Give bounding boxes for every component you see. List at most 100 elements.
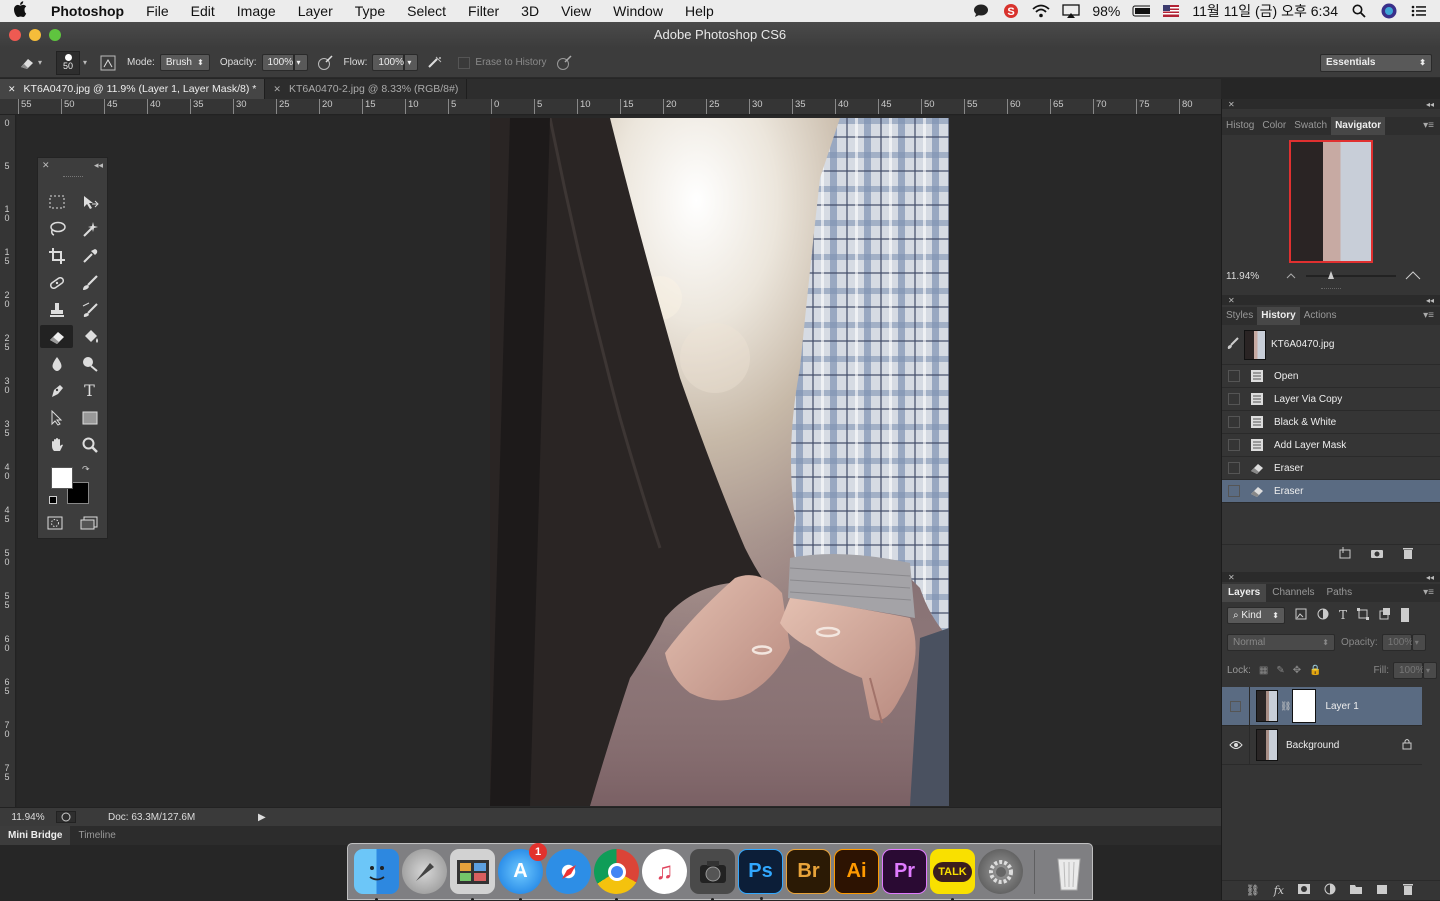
zoom-level[interactable]: 11.94% [0, 812, 56, 823]
lasso-tool-icon[interactable] [40, 217, 73, 240]
new-group-icon[interactable] [1350, 884, 1362, 897]
layer-style-icon[interactable]: fx [1274, 884, 1284, 897]
airplay-icon[interactable] [1062, 3, 1081, 19]
notification-center-icon[interactable] [1410, 3, 1428, 19]
airbrush-icon[interactable] [426, 54, 444, 72]
panel-grip[interactable] [1222, 285, 1440, 293]
navigator-zoom-slider[interactable] [1306, 271, 1396, 279]
link-layers-icon[interactable]: ⛓ [1246, 884, 1260, 897]
wifi-icon[interactable] [1032, 3, 1050, 19]
menu-edit[interactable]: Edit [180, 0, 226, 22]
filter-smart-object-icon[interactable] [1379, 607, 1391, 623]
image-capture-icon[interactable] [690, 849, 735, 901]
menu-layer[interactable]: Layer [287, 0, 344, 22]
menu-file[interactable]: File [135, 0, 180, 22]
navigator-zoom[interactable]: 11.94% [1226, 271, 1284, 282]
eraser-preset-icon[interactable] [18, 54, 36, 72]
tab-navigator[interactable]: Navigator [1331, 117, 1386, 135]
layer-row[interactable]: Background [1222, 725, 1422, 765]
lock-position-icon[interactable]: ✥ [1293, 665, 1301, 676]
menu-help[interactable]: Help [674, 0, 725, 22]
rectangular-marquee-tool-icon[interactable] [40, 190, 73, 213]
add-mask-icon[interactable] [1298, 884, 1310, 897]
zoom-tool-icon[interactable] [73, 433, 106, 456]
minimize-window-button[interactable] [29, 29, 41, 41]
flow-input[interactable]: 100% [372, 54, 405, 71]
history-brush-source-icon[interactable] [1222, 336, 1244, 353]
document-image[interactable] [490, 118, 949, 806]
clone-stamp-tool-icon[interactable] [40, 298, 73, 321]
layer-row-selected[interactable]: ⛓ Layer 1 [1222, 686, 1422, 726]
paint-bucket-tool-icon[interactable] [73, 325, 106, 348]
panel-collapse-icon[interactable]: ◂◂ [1426, 296, 1434, 305]
panel-collapse-icon[interactable]: ◂◂ [1426, 573, 1434, 582]
dodge-tool-icon[interactable] [73, 352, 106, 375]
history-snapshot[interactable]: KT6A0470.jpg [1222, 325, 1440, 365]
brush-picker-arrow[interactable]: ▾ [83, 58, 87, 67]
history-item[interactable]: Black & White [1222, 411, 1440, 434]
tools-collapse-icon[interactable]: ◂◂ [94, 160, 103, 171]
blur-tool-icon[interactable] [40, 352, 73, 375]
filter-type-icon[interactable]: T [1339, 608, 1347, 622]
delete-state-icon[interactable] [1402, 547, 1414, 562]
history-item[interactable]: Open [1222, 365, 1440, 388]
tab-history[interactable]: History [1257, 307, 1300, 325]
erase-to-history-checkbox[interactable] [458, 56, 471, 69]
quick-mask-icon[interactable] [47, 516, 63, 533]
fill-arrow[interactable]: ▾ [1423, 661, 1437, 679]
clock[interactable]: 11월 11일 (금) 오후 6:34 [1192, 1, 1338, 21]
fill-input[interactable]: 100% [1393, 661, 1425, 679]
trash-icon[interactable] [1046, 849, 1091, 894]
tab-styles[interactable]: Styles [1222, 307, 1257, 325]
panel-menu-icon[interactable]: ▾≡ [1423, 584, 1440, 602]
menu-select[interactable]: Select [396, 0, 457, 22]
swap-colors-icon[interactable]: ↷ [82, 464, 90, 475]
tab-layers[interactable]: Layers [1222, 584, 1267, 602]
history-item[interactable]: Eraser [1222, 457, 1440, 480]
layer-opacity-arrow[interactable]: ▾ [1411, 633, 1426, 651]
mode-dropdown[interactable]: Brush ⬍ [159, 54, 210, 71]
illustrator-icon[interactable]: Ai [834, 849, 879, 894]
crop-tool-icon[interactable] [40, 244, 73, 267]
pressure-opacity-icon[interactable] [316, 54, 334, 72]
tab-mini-bridge[interactable]: Mini Bridge [0, 826, 71, 845]
flow-dropdown-arrow[interactable]: ▾ [404, 54, 419, 71]
zoom-in-icon[interactable] [1404, 269, 1422, 284]
close-tab-icon[interactable]: ✕ [273, 84, 281, 94]
history-source-checkbox[interactable] [1228, 485, 1240, 497]
panel-close-icon[interactable]: ✕ [1228, 296, 1235, 305]
layer-mask-thumbnail[interactable] [1292, 689, 1317, 723]
layer-thumbnail[interactable] [1256, 729, 1278, 761]
premiere-icon[interactable]: Pr [882, 849, 927, 894]
tab-paths[interactable]: Paths [1321, 584, 1359, 602]
system-preferences-icon[interactable] [978, 849, 1023, 894]
foreground-color-swatch[interactable] [51, 467, 73, 489]
tab-actions[interactable]: Actions [1300, 307, 1341, 325]
history-source-checkbox[interactable] [1228, 416, 1240, 428]
panel-menu-icon[interactable]: ▾≡ [1423, 307, 1440, 325]
apple-icon[interactable] [0, 1, 40, 21]
magic-wand-tool-icon[interactable] [73, 217, 106, 240]
s-app-icon[interactable]: S [1002, 3, 1020, 19]
panel-close-icon[interactable]: ✕ [1228, 100, 1235, 109]
brush-panel-icon[interactable] [99, 54, 117, 72]
tab-histogram[interactable]: Histog [1222, 117, 1258, 135]
menu-view[interactable]: View [550, 0, 602, 22]
eyedropper-tool-icon[interactable] [73, 244, 106, 267]
layer-opacity-input[interactable]: 100% [1381, 633, 1413, 651]
tab-color[interactable]: Color [1258, 117, 1290, 135]
hand-tool-icon[interactable] [40, 433, 73, 456]
preset-dropdown-arrow[interactable]: ▾ [38, 58, 42, 67]
layer-visibility-toggle[interactable] [1222, 686, 1250, 726]
blend-mode-dropdown[interactable]: Normal ⬍ [1227, 633, 1335, 651]
opacity-input[interactable]: 100% [261, 54, 294, 71]
layer-name[interactable]: Background [1286, 740, 1339, 751]
itunes-icon[interactable]: ♫ [642, 849, 687, 894]
history-source-checkbox[interactable] [1228, 462, 1240, 474]
menu-image[interactable]: Image [226, 0, 287, 22]
zoom-out-icon[interactable] [1284, 270, 1298, 283]
panel-close-icon[interactable]: ✕ [1228, 573, 1235, 582]
chrome-icon[interactable] [594, 849, 639, 901]
menu-3d[interactable]: 3D [510, 0, 550, 22]
move-tool-icon[interactable] [73, 190, 106, 213]
